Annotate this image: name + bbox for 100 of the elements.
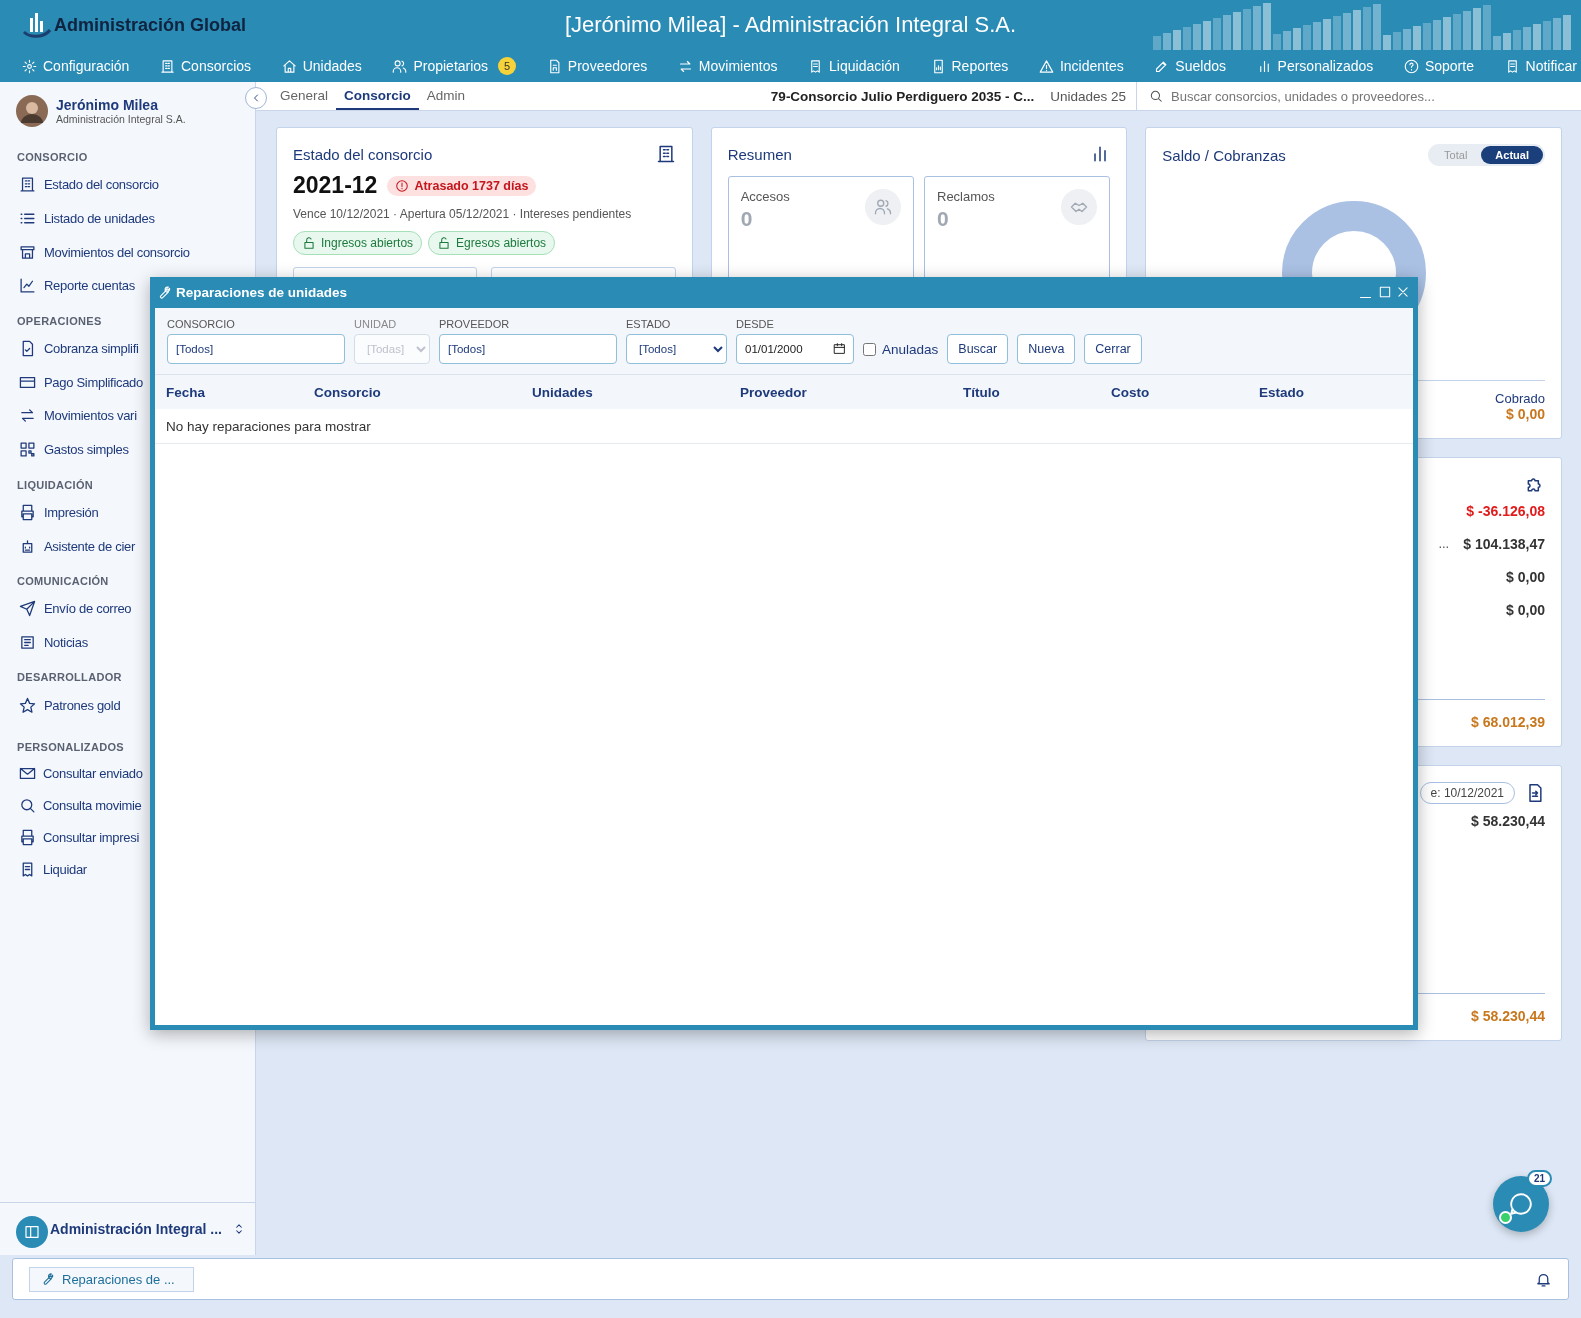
input-field[interactable]: [Todos] xyxy=(439,334,617,364)
building-icon xyxy=(655,144,676,164)
section-title: DESARROLLADOR xyxy=(17,670,122,686)
nav-item[interactable]: Personalizados xyxy=(1256,58,1374,74)
line-chart-icon xyxy=(19,277,36,295)
nav-item[interactable]: Consorcios xyxy=(160,58,252,74)
building-icon xyxy=(19,176,36,194)
field-label: UNIDAD xyxy=(354,318,398,330)
total-amount: $ 68.012,39 xyxy=(1471,714,1545,730)
user-name: Jerónimo Milea xyxy=(56,96,159,113)
action-button[interactable]: Buscar xyxy=(947,334,1009,364)
taskbar-item[interactable]: Reparaciones de ... xyxy=(29,1266,194,1292)
status-chip: Egresos abiertos xyxy=(428,231,556,255)
sidebar-item[interactable]: Consultar impresi xyxy=(0,821,140,854)
window-title: [Jerónimo Milea] - Administración Integral S.A. xyxy=(564,12,1017,38)
send-icon xyxy=(19,600,36,618)
sidebar-item[interactable]: Envío de correo xyxy=(0,591,132,626)
collected-label: Cobrado xyxy=(1495,391,1545,406)
chat-icon xyxy=(1508,1191,1534,1217)
nav-item[interactable]: Soporte xyxy=(1403,58,1474,74)
logo-icon xyxy=(22,12,52,38)
section-title: PERSONALIZADOS xyxy=(17,739,124,755)
sidebar-item[interactable]: Gastos simples xyxy=(0,432,129,467)
tab[interactable]: General xyxy=(272,82,337,110)
date-field[interactable]: 01/01/2000 xyxy=(736,334,854,364)
nav-item[interactable]: Liquidación xyxy=(808,58,900,74)
tab[interactable]: Admin xyxy=(418,82,474,110)
column-header: Proveedor xyxy=(740,384,808,400)
nav-item[interactable]: Notificar xyxy=(1504,58,1577,74)
status-chip: Ingresos abiertos xyxy=(293,231,423,255)
stat-value: 0 xyxy=(740,207,754,231)
panel-icon xyxy=(24,1223,40,1240)
close-icon xyxy=(1396,284,1410,299)
sidebar-item[interactable]: Liquidar xyxy=(0,853,87,886)
status-badge: Atrasado 1737 días xyxy=(387,175,537,196)
sidebar-item[interactable]: Noticias xyxy=(0,625,88,660)
action-button[interactable]: Nueva xyxy=(1017,334,1076,364)
card-title: Resumen xyxy=(727,145,792,163)
users-icon xyxy=(392,58,408,74)
printer-icon xyxy=(19,829,36,847)
count-badge: 5 xyxy=(498,57,517,75)
warning-icon xyxy=(1038,58,1054,74)
sidebar-item[interactable]: Patrones gold xyxy=(0,688,121,722)
field-label: DESDE xyxy=(736,318,775,330)
nav-item[interactable]: Incidentes xyxy=(1038,58,1124,74)
collected-amount: $ 0,00 xyxy=(1506,406,1545,422)
select-field[interactable]: [Todos] xyxy=(626,334,727,364)
newspaper-icon xyxy=(19,633,36,651)
field-label: ESTADO xyxy=(626,318,672,330)
sidebar-item[interactable]: Movimientos vari xyxy=(0,399,137,433)
sidebar-item[interactable]: Reporte cuentas xyxy=(0,269,135,303)
user-company: Administración Integral S.A. xyxy=(56,112,186,125)
chat-button[interactable] xyxy=(1493,1176,1549,1232)
search-icon xyxy=(1149,89,1163,103)
sidebar-item[interactable]: Consulta movimie xyxy=(0,789,142,822)
avatar-icon xyxy=(16,94,48,127)
sidebar-item[interactable]: Pago Simplificado xyxy=(0,365,143,400)
star-icon xyxy=(19,696,36,714)
company-switcher[interactable]: Administración Integral ... xyxy=(50,1221,222,1237)
nav-item[interactable]: Movimientos xyxy=(677,58,778,74)
lock-icon xyxy=(302,236,316,250)
help-icon xyxy=(1403,58,1419,74)
sidebar-item[interactable]: Impresión xyxy=(0,495,99,530)
nav-item[interactable]: Unidades xyxy=(281,58,362,74)
card-title: Estado del consorcio xyxy=(293,145,433,163)
action-button[interactable]: Cerrar xyxy=(1084,334,1142,364)
search-icon xyxy=(19,797,36,815)
toggle-option[interactable]: Actual xyxy=(1481,146,1543,164)
amount: $ 0,00 xyxy=(1506,568,1545,585)
sidebar-item[interactable]: Listado de unidades xyxy=(0,201,155,236)
collapse-button[interactable] xyxy=(245,87,267,109)
panel-toggle[interactable] xyxy=(16,1215,48,1248)
period-label: 2021-12 xyxy=(293,172,378,199)
sidebar-item[interactable]: Cobranza simplifi xyxy=(0,331,139,366)
app-logo-text: Administración Global xyxy=(54,14,247,36)
alert-icon xyxy=(395,178,410,193)
sidebar-item[interactable]: Movimientos del consorcio xyxy=(0,235,190,270)
gear-icon xyxy=(22,58,37,74)
section-title: COMUNICACIÓN xyxy=(17,573,109,589)
column-header: Consorcio xyxy=(314,384,382,400)
field-label: CONSORCIO xyxy=(167,318,236,330)
column-header: Título xyxy=(963,384,1001,400)
printer-icon xyxy=(19,503,36,521)
count-badge: 21 xyxy=(1526,1170,1552,1187)
tab[interactable]: Consorcio xyxy=(336,82,419,110)
search-field[interactable]: Buscar consorcios, unidades o proveedores... xyxy=(1169,87,1581,105)
nav-item[interactable]: Propietarios 5 xyxy=(392,57,517,75)
sidebar-item[interactable]: Consultar enviado xyxy=(0,757,143,790)
checkbox[interactable] xyxy=(863,342,876,356)
nav-item[interactable]: Sueldos xyxy=(1154,58,1226,74)
card-title: Saldo / Cobranzas xyxy=(1162,146,1286,164)
field-label: PROVEEDOR xyxy=(439,318,511,330)
minimize-icon xyxy=(1360,296,1371,298)
nav-item[interactable]: Configuración xyxy=(22,58,130,74)
sidebar-item[interactable]: Estado del consorcio xyxy=(0,168,159,202)
sidebar-item[interactable]: Asistente de cier xyxy=(0,529,135,563)
input-field[interactable]: [Todos] xyxy=(167,334,345,364)
stat-label: Accesos xyxy=(740,189,790,204)
nav-item[interactable]: Reportes xyxy=(930,58,1009,74)
nav-item[interactable]: Proveedores xyxy=(546,58,648,74)
